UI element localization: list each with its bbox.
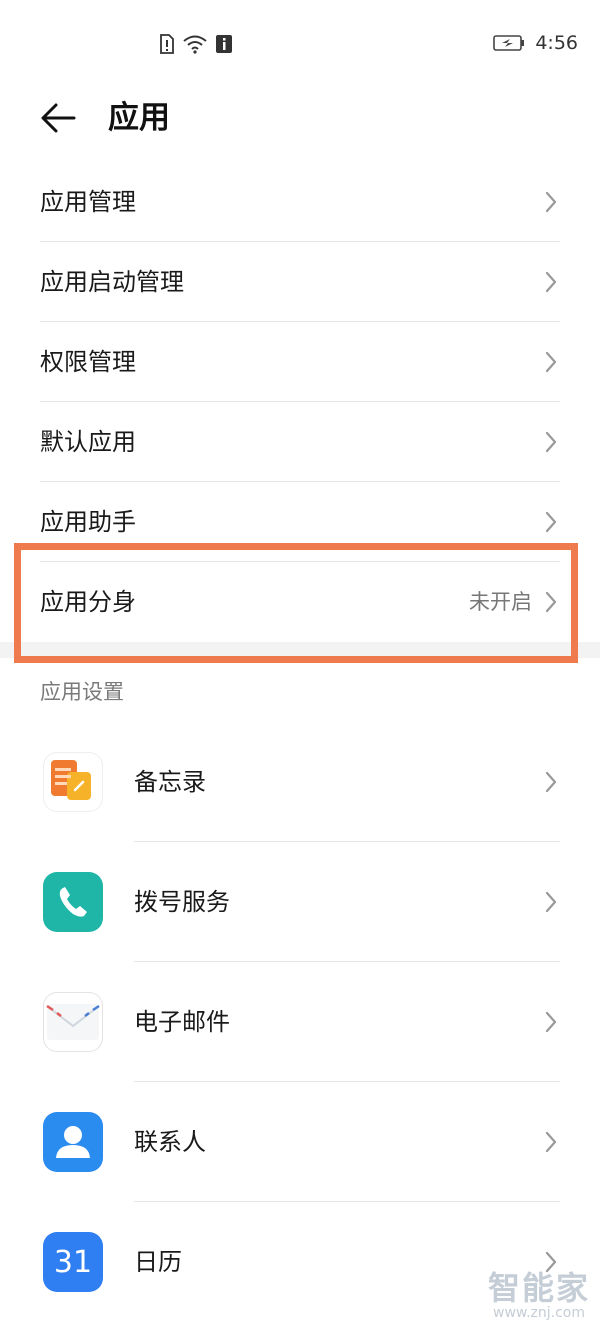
back-button[interactable] <box>36 96 80 140</box>
page-title: 应用 <box>108 100 170 136</box>
default-apps-item[interactable]: 默认应用 <box>0 402 600 482</box>
info-icon <box>216 35 232 53</box>
chevron-right-icon <box>545 1131 557 1153</box>
row-label: 权限管理 <box>40 348 136 376</box>
app-management-item[interactable]: 应用管理 <box>0 162 600 242</box>
row-label: 应用助手 <box>40 508 136 536</box>
chevron-right-icon <box>545 891 557 913</box>
app-item-notes[interactable]: 备忘录 <box>0 722 600 842</box>
phone-icon <box>43 872 103 932</box>
app-twin-status: 未开启 <box>469 590 532 614</box>
battery-icon <box>493 35 525 51</box>
calendar-day-number: 31 <box>53 1244 93 1280</box>
chevron-right-icon <box>545 771 557 793</box>
app-twin-item[interactable]: 应用分身 未开启 <box>0 562 600 642</box>
calendar-icon: 31 <box>43 1232 103 1292</box>
chevron-right-icon <box>545 271 557 293</box>
email-icon <box>43 992 103 1052</box>
status-time: 4:56 <box>535 32 578 54</box>
row-label: 应用分身 <box>40 588 136 616</box>
sim-alert-icon <box>160 34 174 54</box>
row-label: 应用启动管理 <box>40 268 184 296</box>
app-label: 联系人 <box>134 1128 206 1156</box>
app-label: 电子邮件 <box>134 1008 230 1036</box>
wifi-icon <box>183 35 207 54</box>
arrow-left-icon <box>41 103 76 133</box>
row-label: 应用管理 <box>40 188 136 216</box>
app-bar: 应用 <box>0 90 600 150</box>
row-label: 默认应用 <box>40 428 136 456</box>
app-item-contacts[interactable]: 联系人 <box>0 1082 600 1202</box>
permission-management-item[interactable]: 权限管理 <box>0 322 600 402</box>
watermark: 智能家 www.znj.com <box>488 1271 590 1321</box>
chevron-right-icon <box>545 511 557 533</box>
app-assistant-item[interactable]: 应用助手 <box>0 482 600 562</box>
status-icons-right: 4:56 <box>493 32 578 54</box>
status-icons-left <box>160 34 232 54</box>
chevron-right-icon <box>545 191 557 213</box>
app-label: 日历 <box>134 1248 182 1276</box>
chevron-right-icon <box>545 351 557 373</box>
contacts-icon <box>43 1112 103 1172</box>
watermark-url: www.znj.com <box>493 1305 585 1321</box>
watermark-title: 智能家 <box>487 1269 590 1307</box>
app-launch-management-item[interactable]: 应用启动管理 <box>0 242 600 322</box>
chevron-right-icon <box>545 591 557 613</box>
app-item-email[interactable]: 电子邮件 <box>0 962 600 1082</box>
section-header: 应用设置 <box>40 680 124 704</box>
notes-icon <box>43 752 103 812</box>
chevron-right-icon <box>545 431 557 453</box>
app-label: 拨号服务 <box>134 888 230 916</box>
chevron-right-icon <box>545 1011 557 1033</box>
app-item-dialer[interactable]: 拨号服务 <box>0 842 600 962</box>
section-separator <box>0 642 600 658</box>
app-label: 备忘录 <box>134 768 206 796</box>
status-bar: 4:56 <box>0 0 600 90</box>
